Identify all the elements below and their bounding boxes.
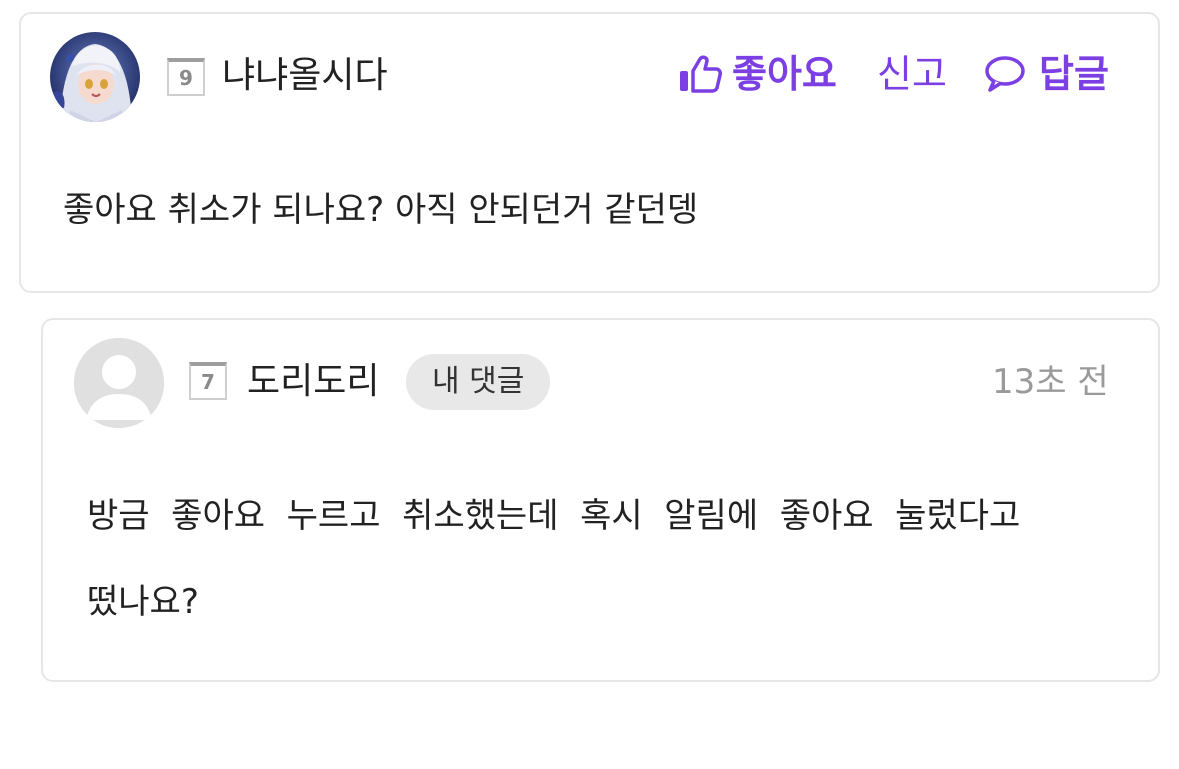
reply-button[interactable]: 답글	[983, 52, 1109, 96]
comment-text-line: 떴나요?	[87, 582, 199, 622]
timestamp: 13초 전	[992, 362, 1109, 402]
user-level-badge: 9	[167, 58, 205, 96]
speech-bubble-icon	[985, 56, 1025, 92]
thumbs-up-icon	[680, 55, 722, 93]
comment-text: 좋아요 취소가 되나요? 아직 안되던거 같던뎅	[63, 190, 699, 230]
like-button[interactable]: 좋아요	[678, 52, 837, 96]
avatar[interactable]	[50, 32, 140, 122]
user-level-badge: 7	[189, 362, 227, 400]
my-comment-badge: 내 댓글	[406, 354, 551, 410]
report-button[interactable]: 신고	[877, 52, 947, 96]
reply-comment-card: 7 도리도리 내 댓글 13초 전 방금 좋아요 누르고 취소했는데 혹시 알림…	[41, 318, 1160, 682]
like-label: 좋아요	[732, 52, 837, 96]
comment-card: 9 냐냐올시다 좋아요 신고 답글 좋아요 취소가 되나요? 아직 안되던거 같…	[19, 12, 1160, 293]
reply-label: 답글	[1039, 52, 1109, 96]
avatar[interactable]	[74, 338, 164, 428]
nickname[interactable]: 도리도리	[247, 362, 379, 402]
nickname[interactable]: 냐냐올시다	[222, 56, 388, 96]
anime-character-avatar-icon	[50, 32, 140, 122]
default-user-avatar-icon	[74, 338, 164, 428]
comment-text-line: 방금 좋아요 누르고 취소했는데 혹시 알림에 좋아요 눌렀다고	[87, 496, 1021, 536]
